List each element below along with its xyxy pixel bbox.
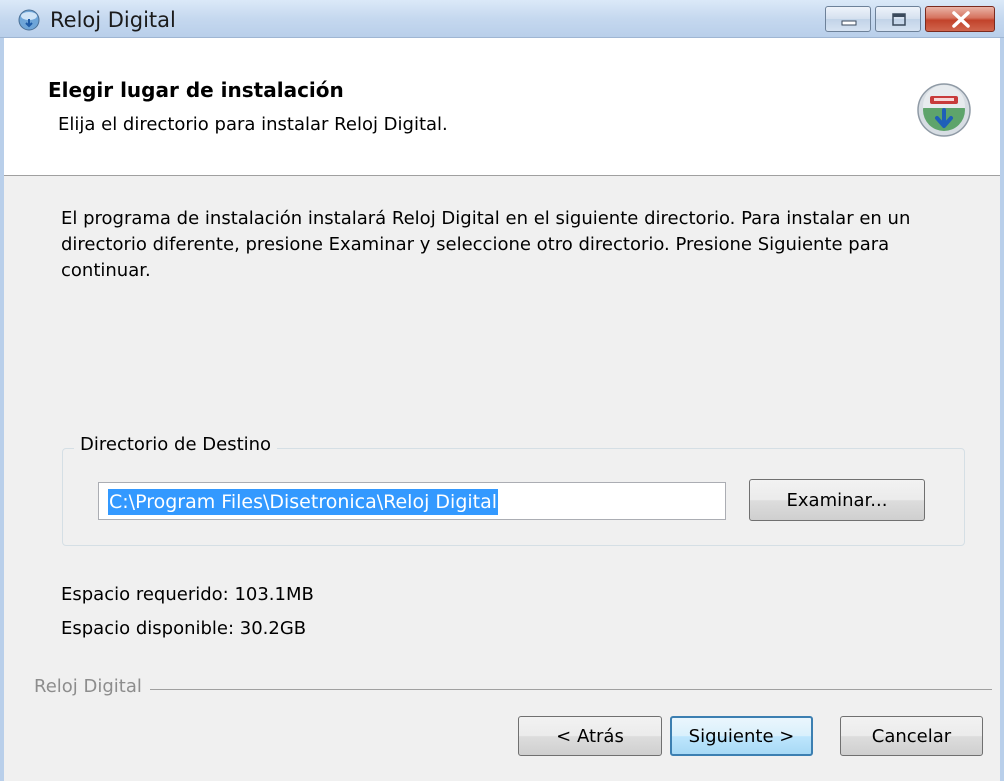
footer-brand: Reloj Digital bbox=[34, 676, 150, 697]
window-frame-right bbox=[1000, 38, 1004, 781]
cancel-button[interactable]: Cancelar bbox=[840, 716, 983, 756]
window-title: Reloj Digital bbox=[50, 8, 176, 32]
install-disk-icon bbox=[917, 83, 971, 137]
installer-window: Reloj Digital Elegir lugar de instalació… bbox=[0, 0, 1004, 781]
space-required: Espacio requerido: 103.1MB bbox=[61, 584, 314, 605]
page-subtitle: Elija el directorio para instalar Reloj … bbox=[58, 114, 448, 135]
close-button[interactable] bbox=[925, 6, 995, 32]
next-button[interactable]: Siguiente > bbox=[670, 716, 813, 756]
close-icon bbox=[952, 11, 970, 28]
browse-button[interactable]: Examinar... bbox=[749, 479, 925, 521]
destination-group-label: Directorio de Destino bbox=[74, 434, 278, 455]
footer-divider bbox=[34, 689, 992, 690]
page-header: Elegir lugar de instalación Elija el dir… bbox=[4, 38, 1000, 176]
minimize-button[interactable] bbox=[825, 6, 871, 32]
minimize-icon bbox=[841, 20, 857, 26]
space-available: Espacio disponible: 30.2GB bbox=[61, 618, 307, 639]
install-description: El programa de instalación instalará Rel… bbox=[61, 208, 911, 281]
destination-path-text: C:\Program Files\Disetronica\Reloj Digit… bbox=[108, 489, 499, 515]
dialog-body: El programa de instalación instalará Rel… bbox=[4, 176, 1000, 781]
maximize-icon bbox=[892, 13, 906, 26]
destination-path-input[interactable]: C:\Program Files\Disetronica\Reloj Digit… bbox=[98, 482, 726, 520]
page-title: Elegir lugar de instalación bbox=[48, 78, 344, 102]
installer-globe-icon bbox=[18, 9, 40, 31]
title-bar[interactable]: Reloj Digital bbox=[0, 0, 1004, 38]
maximize-button[interactable] bbox=[875, 6, 921, 32]
back-button[interactable]: < Atrás bbox=[518, 716, 662, 756]
